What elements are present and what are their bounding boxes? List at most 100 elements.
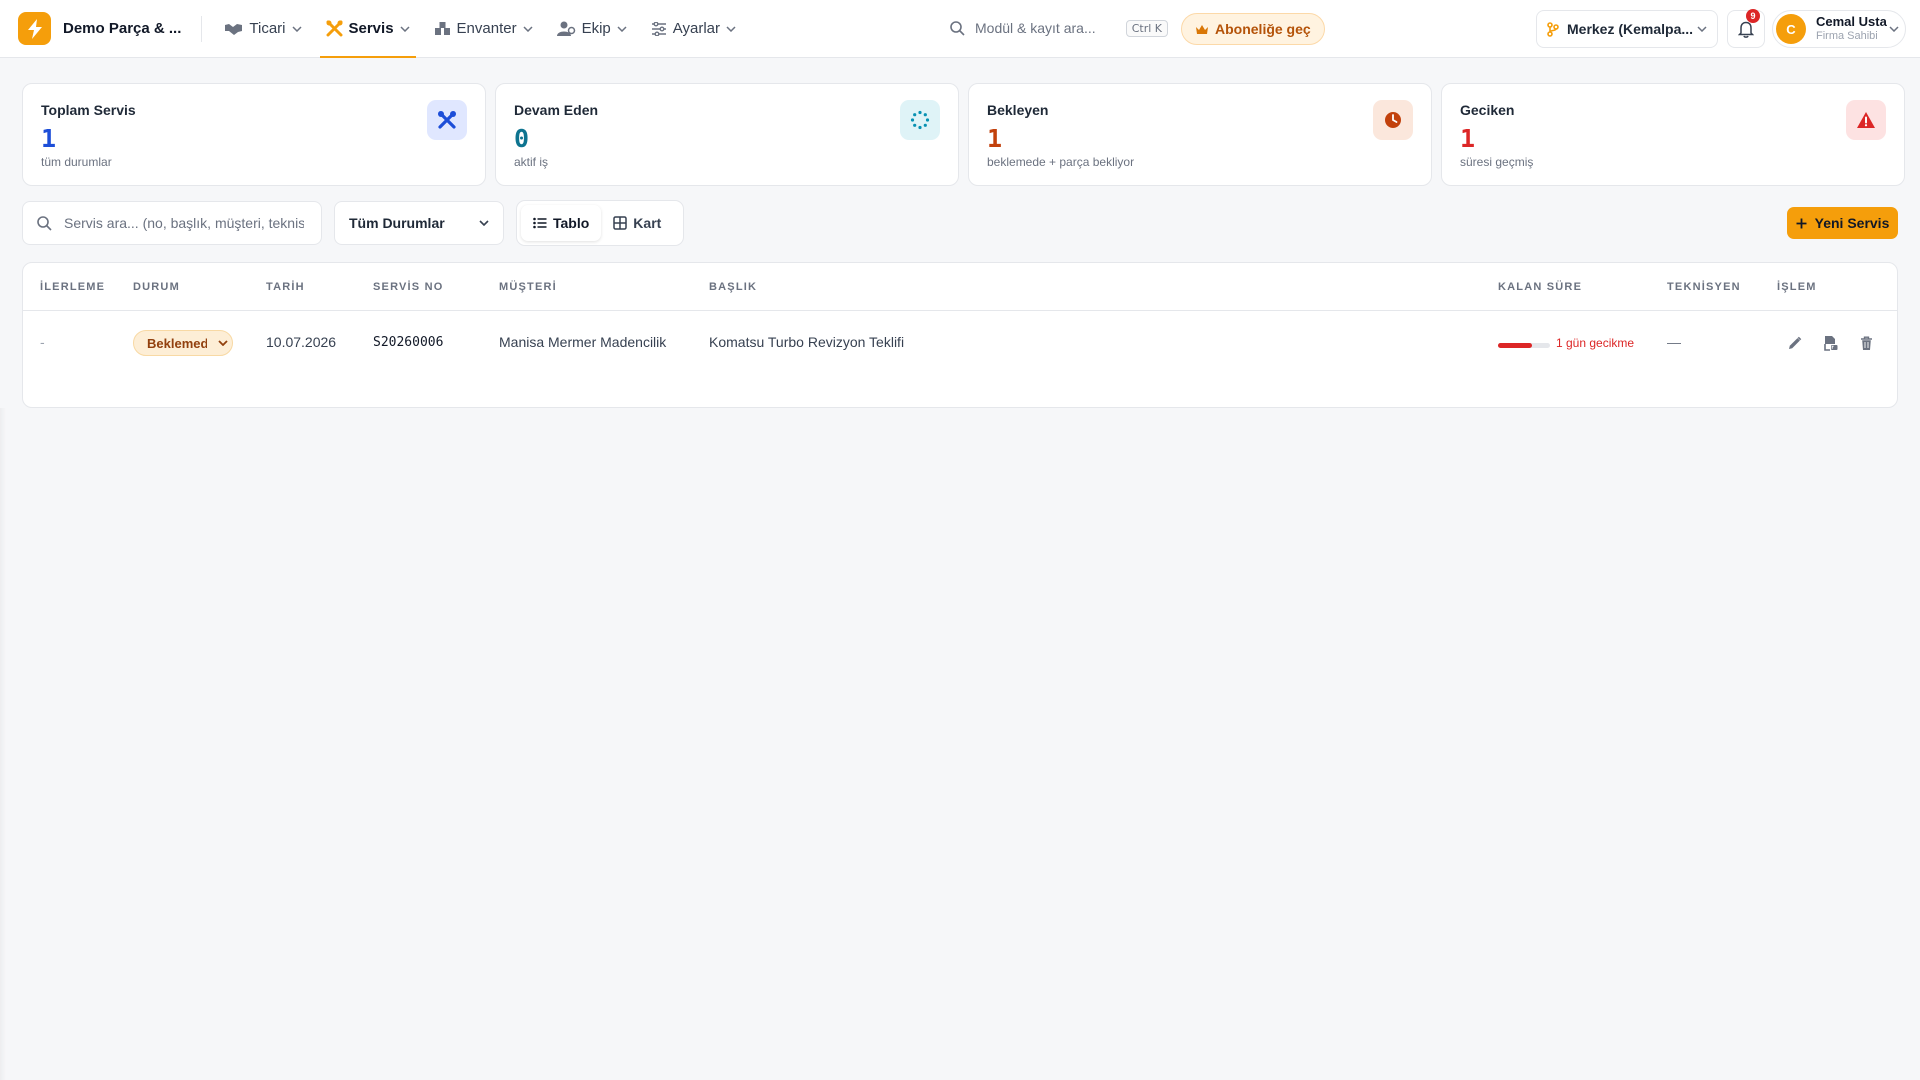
column-header-status[interactable]: DURUM: [133, 281, 180, 293]
column-header-customer[interactable]: MÜŞTERİ: [499, 281, 557, 293]
spinner-icon: [900, 100, 940, 140]
nav-item-ticari[interactable]: Ticari: [218, 0, 307, 58]
chevron-down-icon: [400, 25, 410, 32]
view-table-label: Tablo: [553, 215, 590, 231]
chevron-down-icon: [726, 25, 736, 32]
view-card-label: Kart: [633, 215, 662, 231]
stat-subtitle: aktif iş: [514, 155, 549, 169]
cell-service-no[interactable]: S20260006: [373, 335, 443, 350]
nav-item-servis[interactable]: Servis: [319, 0, 416, 58]
upgrade-button[interactable]: Aboneliğe geç: [1181, 13, 1325, 45]
new-service-label: Yeni Servis: [1814, 215, 1890, 231]
service-search[interactable]: [22, 201, 322, 245]
cell-customer: Manisa Mermer Madencilik: [499, 334, 667, 350]
search-icon: [950, 20, 965, 36]
list-icon: [533, 217, 547, 229]
user-info: Cemal Usta Firma Sahibi: [1816, 15, 1887, 43]
global-search-placeholder: Modül & kayıt ara...: [975, 20, 1096, 36]
warehouse-icon: [434, 21, 451, 36]
status-filter-select[interactable]: Tüm Durumlar: [334, 201, 504, 245]
edit-button[interactable]: [1783, 332, 1805, 354]
nav-item-envanter[interactable]: Envanter: [428, 0, 539, 58]
stat-title: Devam Eden: [514, 102, 599, 118]
plus-icon: [1796, 218, 1807, 229]
stat-value: 1: [987, 124, 1003, 153]
nav-item-ekip[interactable]: Ekip: [551, 0, 633, 58]
cell-remaining-text: 1 gün gecikme: [1556, 336, 1635, 350]
cell-title: Komatsu Turbo Revizyon Teklifi: [709, 334, 905, 350]
stat-subtitle: süresi geçmiş: [1460, 155, 1534, 169]
main-nav: Ticari Servis Envanter Ekip Ayarlar: [218, 0, 754, 58]
search-icon: [37, 215, 52, 231]
chevron-down-icon: [291, 25, 302, 32]
chevron-down-icon: [218, 340, 228, 346]
nav-label: Ayarlar: [672, 20, 721, 37]
brand-name: Demo Parça & ...: [63, 20, 182, 37]
stat-value: 0: [514, 124, 530, 153]
avatar: C: [1776, 14, 1806, 44]
pdf-button[interactable]: [1819, 332, 1841, 354]
user-menu[interactable]: C Cemal Usta Firma Sahibi: [1772, 10, 1906, 48]
notification-badge: 9: [1746, 9, 1760, 23]
chevron-down-icon: [523, 25, 533, 32]
lightning-logo-icon: [18, 12, 51, 45]
user-role: Firma Sahibi: [1816, 30, 1878, 42]
nav-label: Ekip: [581, 20, 611, 37]
sliders-icon: [651, 21, 667, 36]
brand[interactable]: Demo Parça & ...: [18, 12, 181, 45]
nav-label: Servis: [348, 20, 394, 37]
search-shortcut: Ctrl K: [1125, 19, 1168, 37]
top-bar: Demo Parça & ... Ticari Servis Envanter …: [0, 0, 1920, 58]
branch-label: Merkez (Kemalpa...: [1567, 21, 1694, 37]
team-icon: [556, 21, 576, 36]
stat-title: Geciken: [1460, 102, 1515, 118]
new-service-button[interactable]: Yeni Servis: [1787, 207, 1898, 239]
branch-select[interactable]: Merkez (Kemalpa...: [1536, 10, 1718, 48]
stat-subtitle: tüm durumlar: [41, 155, 112, 169]
nav-item-ayarlar[interactable]: Ayarlar: [645, 0, 742, 58]
cell-date: 10.07.2026: [266, 334, 337, 350]
chevron-down-icon: [1889, 26, 1899, 32]
remaining-time-fill: [1498, 343, 1532, 348]
table-row[interactable]: - Beklemede 10.07.2026 S20260006 Manisa …: [23, 312, 1897, 376]
view-table-button[interactable]: Tablo: [521, 205, 602, 241]
services-table: İLERLEME DURUM TARİH SERVİS NO MÜŞTERİ B…: [22, 262, 1898, 408]
page-edge-shadow: [0, 408, 6, 1080]
column-header-title[interactable]: BAŞLIK: [709, 281, 757, 293]
warning-icon: [1846, 100, 1886, 140]
stat-card-overdue: Geciken 1 süresi geçmiş: [1441, 83, 1905, 186]
stat-card-total: Toplam Servis 1 tüm durumlar: [22, 83, 486, 186]
table-header-row: İLERLEME DURUM TARİH SERVİS NO MÜŞTERİ B…: [23, 263, 1897, 311]
stat-title: Toplam Servis: [41, 102, 136, 118]
chevron-down-icon: [1697, 26, 1707, 32]
tools-icon: [427, 100, 467, 140]
status-pill-label: Beklemede: [147, 335, 207, 351]
global-search[interactable]: Modül & kayıt ara... Ctrl K: [950, 12, 1168, 44]
column-header-actions: İŞLEM: [1777, 281, 1817, 293]
column-header-remaining[interactable]: KALAN SÜRE: [1498, 281, 1582, 293]
chevron-down-icon: [479, 220, 489, 226]
stat-subtitle: beklemede + parça bekliyor: [987, 155, 1135, 169]
delete-button[interactable]: [1855, 332, 1877, 354]
stat-value: 1: [41, 124, 57, 153]
user-name: Cemal Usta: [1816, 14, 1887, 29]
status-dropdown[interactable]: Beklemede: [133, 330, 233, 356]
column-header-date[interactable]: TARİH: [266, 281, 305, 293]
chevron-down-icon: [617, 25, 627, 32]
stat-value: 1: [1460, 124, 1476, 153]
stat-card-in-progress: Devam Eden 0 aktif iş: [495, 83, 959, 186]
status-filter-label: Tüm Durumlar: [349, 215, 445, 231]
remaining-time-bar: [1498, 343, 1550, 348]
upgrade-label: Aboneliğe geç: [1215, 21, 1311, 37]
trash-icon: [1860, 336, 1873, 351]
topbar-divider: [201, 15, 203, 42]
column-header-technician[interactable]: TEKNİSYEN: [1667, 281, 1741, 293]
service-search-input[interactable]: [64, 215, 304, 231]
view-card-button[interactable]: Kart: [601, 205, 673, 241]
nav-label: Envanter: [456, 20, 517, 37]
column-header-progress[interactable]: İLERLEME: [40, 281, 105, 293]
crown-icon: [1195, 24, 1209, 35]
notifications-button[interactable]: 9: [1727, 9, 1765, 48]
cell-progress: -: [40, 334, 45, 350]
column-header-service-no[interactable]: SERVİS NO: [373, 281, 444, 293]
